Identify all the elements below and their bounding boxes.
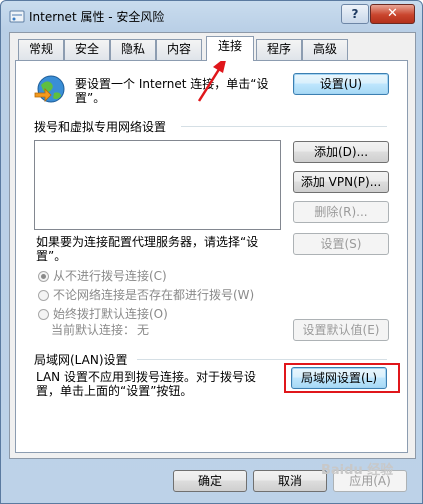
proxy-text-line2: 置”。 <box>36 249 67 263</box>
ok-button[interactable]: 确定 <box>173 470 247 492</box>
radio-never-dial-label: 从不进行拨号连接(C) <box>53 269 167 283</box>
lan-text-line1: LAN 设置不应用到拨号连接。对于拨号设 <box>36 370 256 384</box>
lan-text-line2: 置，单击上面的“设置”按钮。 <box>36 384 193 398</box>
red-arrow-annotation <box>197 56 227 102</box>
watermark: Baidu 经验 <box>321 463 394 478</box>
radio-never-dial-indicator[interactable] <box>38 271 49 282</box>
radio-always-dial[interactable]: 始终拨打默认连接(O) <box>38 305 168 322</box>
cancel-button[interactable]: 取消 <box>253 470 327 492</box>
highlight-box <box>284 363 400 393</box>
radio-never-dial[interactable]: 从不进行拨号连接(C) <box>38 267 167 284</box>
current-default-label: 当前默认连接： <box>51 323 136 337</box>
radio-always-dial-label: 始终拨打默认连接(O) <box>53 307 168 321</box>
radio-always-dial-indicator[interactable] <box>38 309 49 320</box>
add-button[interactable]: 添加(D)... <box>293 141 389 163</box>
internet-properties-window: Internet 属性 - 安全风险 ? ✕ 常规 安全 隐私 内容 连接 程序… <box>0 0 423 504</box>
radio-dial-whenever-label: 不论网络连接是否存在都进行拨号(W) <box>53 288 255 302</box>
radio-dial-whenever-indicator[interactable] <box>38 290 49 301</box>
connections-list[interactable] <box>34 140 281 230</box>
current-default-value: 无 <box>137 323 150 337</box>
add-vpn-button[interactable]: 添加 VPN(P)... <box>293 171 389 193</box>
dialup-separator <box>181 126 387 127</box>
delete-button[interactable]: 删除(R)... <box>293 201 389 223</box>
lan-section-title: 局域网(LAN)设置 <box>34 353 128 367</box>
lan-separator <box>137 359 387 360</box>
tab-connections[interactable]: 连接 <box>206 36 254 61</box>
radio-dial-whenever[interactable]: 不论网络连接是否存在都进行拨号(W) <box>38 286 254 303</box>
set-default-button[interactable]: 设置默认值(E) <box>293 319 389 341</box>
proxy-settings-button[interactable]: 设置(S) <box>293 233 389 255</box>
proxy-text-line1: 如果要为连接配置代理服务器，请选择“设 <box>36 235 259 249</box>
